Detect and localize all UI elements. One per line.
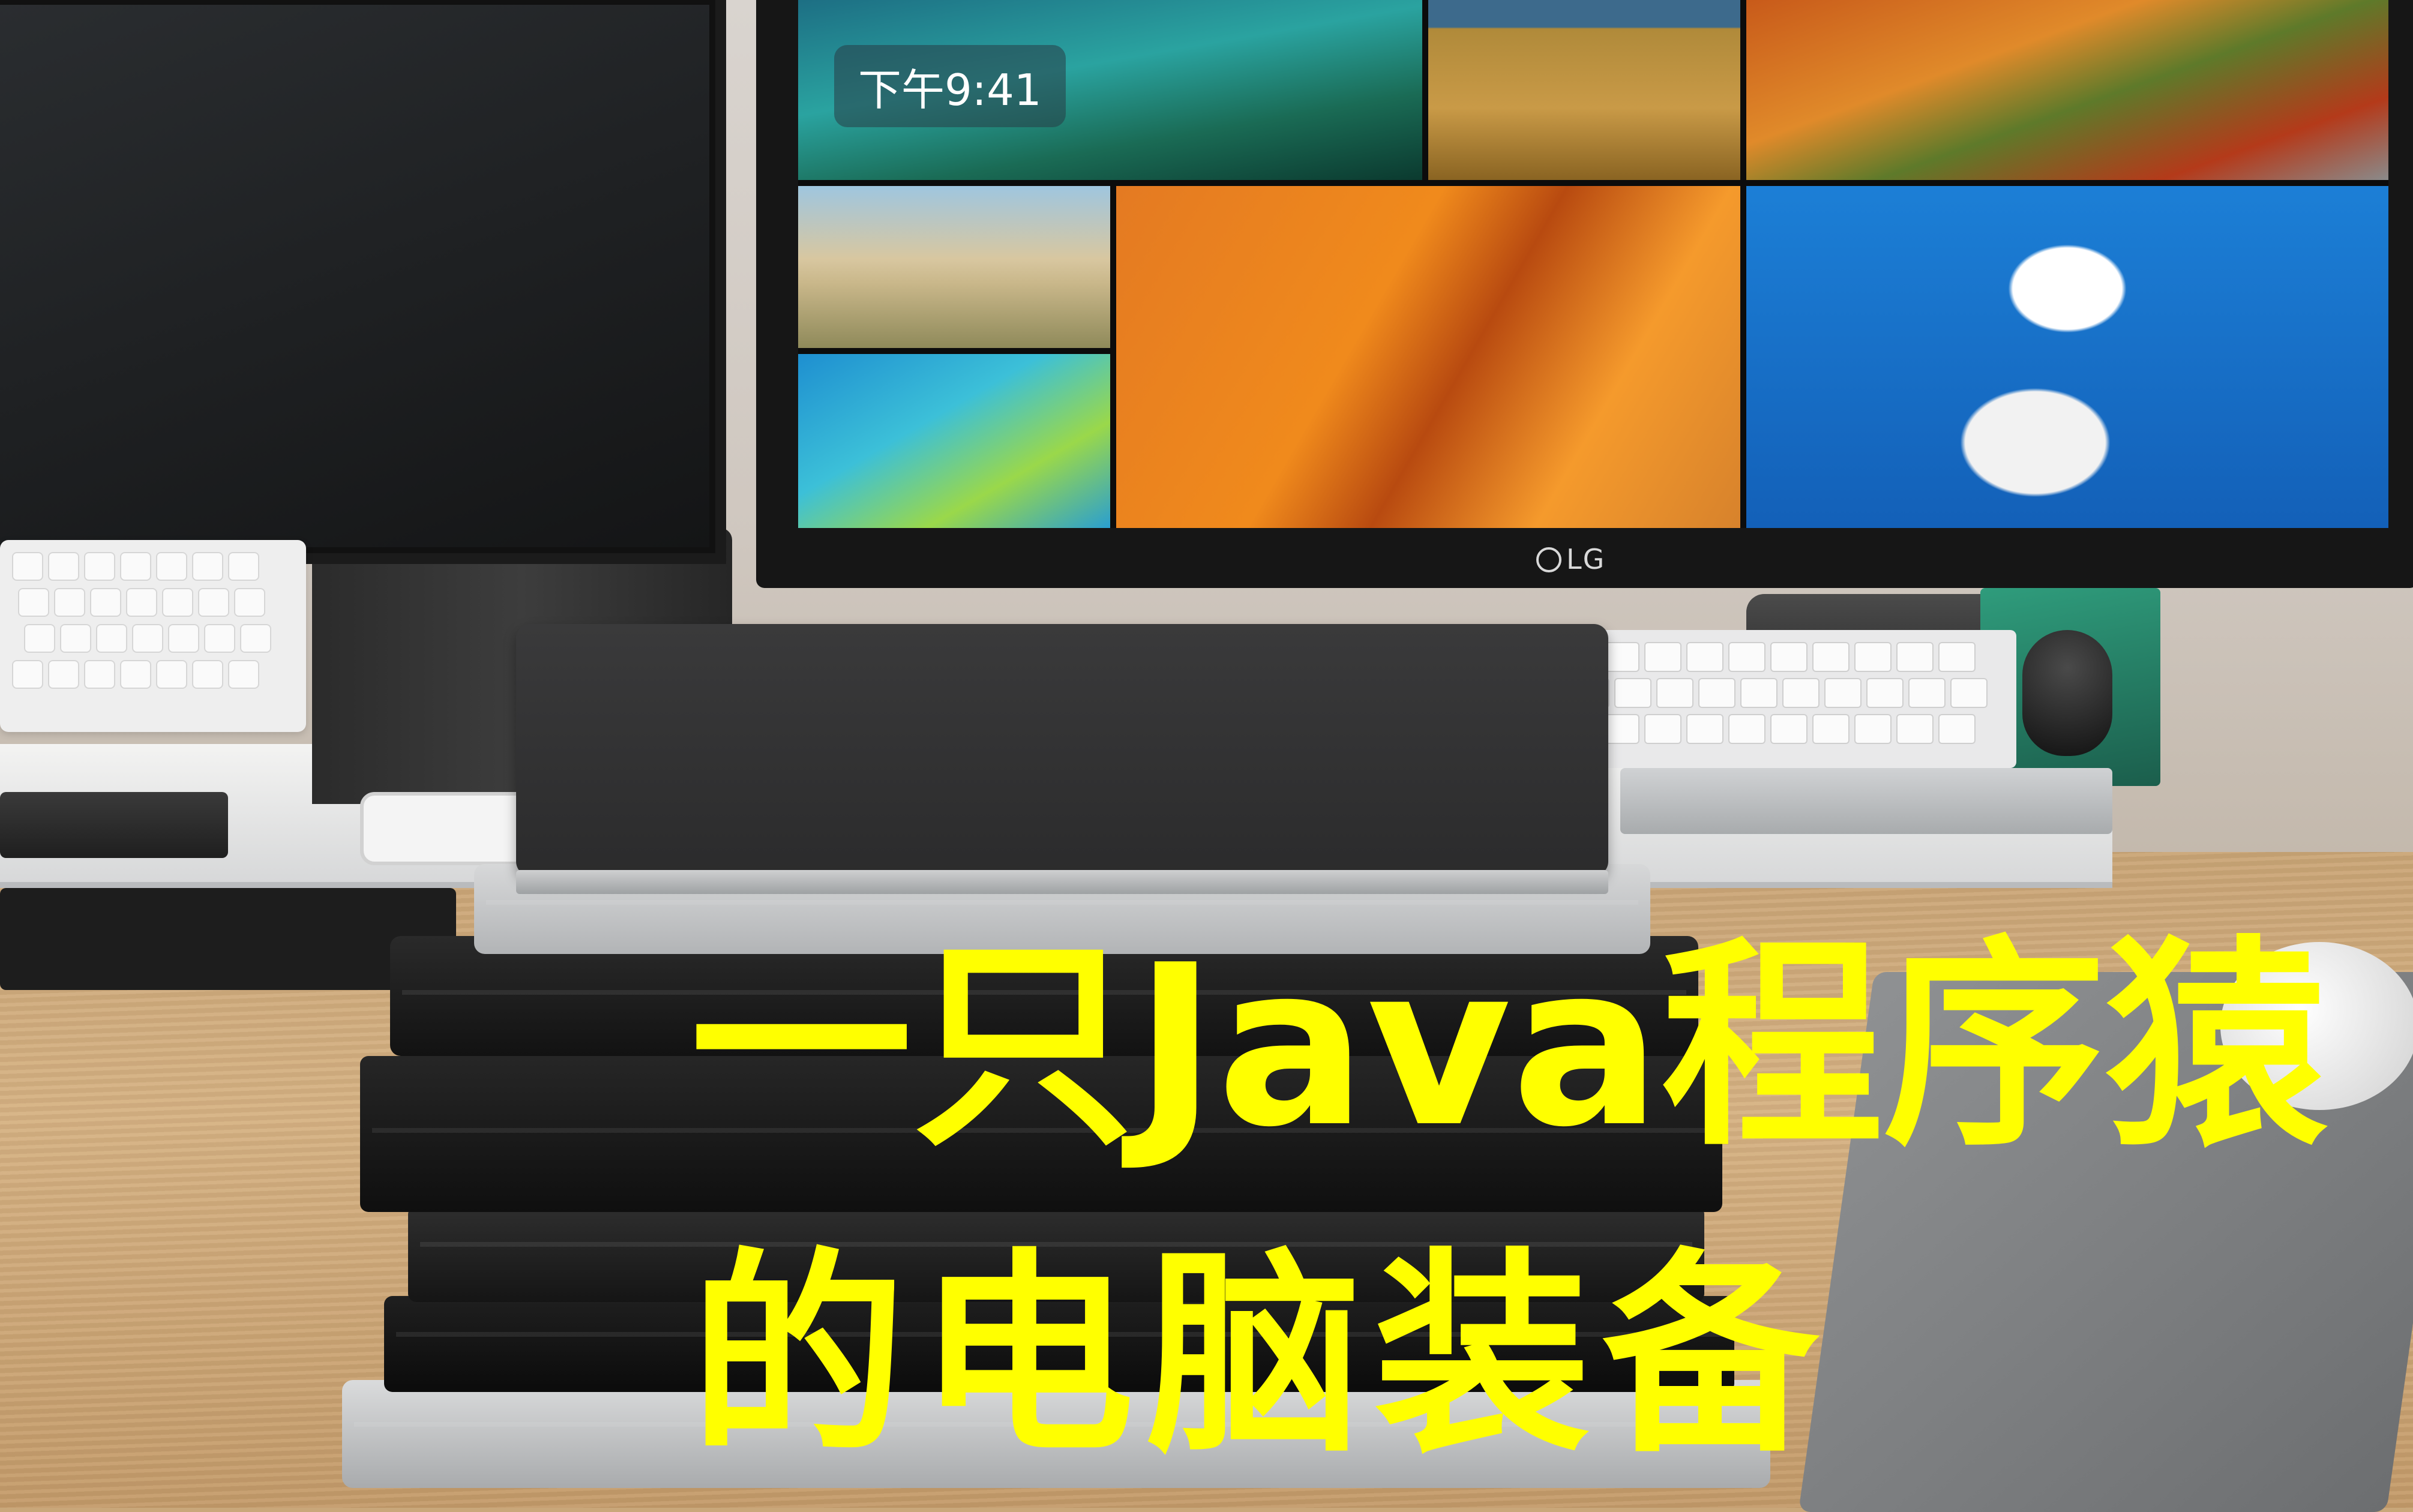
black-keyboard bbox=[0, 888, 456, 990]
mouse-icon bbox=[2022, 630, 2112, 756]
lg-logo: LG bbox=[1536, 543, 1605, 575]
wallpaper-tile-autumn-forest bbox=[1746, 0, 2388, 180]
clock-widget: 下午9:41 bbox=[834, 45, 1066, 127]
left-monitor-screen bbox=[0, 5, 709, 547]
mini-device bbox=[0, 792, 228, 858]
caption-line-1: 一只Java程序猿 bbox=[690, 918, 2328, 1176]
wallpaper-tile-lions bbox=[1428, 0, 1740, 180]
tablet-hinge bbox=[516, 870, 1608, 894]
tablet-with-cover bbox=[516, 624, 1608, 894]
lg-monitor-screen: 下午9:41 bbox=[798, 0, 2388, 528]
wallpaper-tile-fish bbox=[798, 354, 1110, 528]
keyboard-stand bbox=[1620, 768, 2112, 834]
white-keyboard-left bbox=[0, 540, 306, 732]
lg-monitor: 下午9:41 LG bbox=[756, 0, 2413, 588]
lg-logo-icon bbox=[1536, 547, 1561, 572]
wallpaper-tile-hills bbox=[798, 186, 1110, 348]
wallpaper-tile-desert bbox=[1116, 186, 1740, 528]
caption-line-2: 的电脑装备 bbox=[690, 1230, 1830, 1481]
left-monitor bbox=[0, 0, 726, 564]
wallpaper-tile-polar-bear bbox=[1746, 186, 2388, 528]
lg-logo-text: LG bbox=[1566, 543, 1606, 575]
